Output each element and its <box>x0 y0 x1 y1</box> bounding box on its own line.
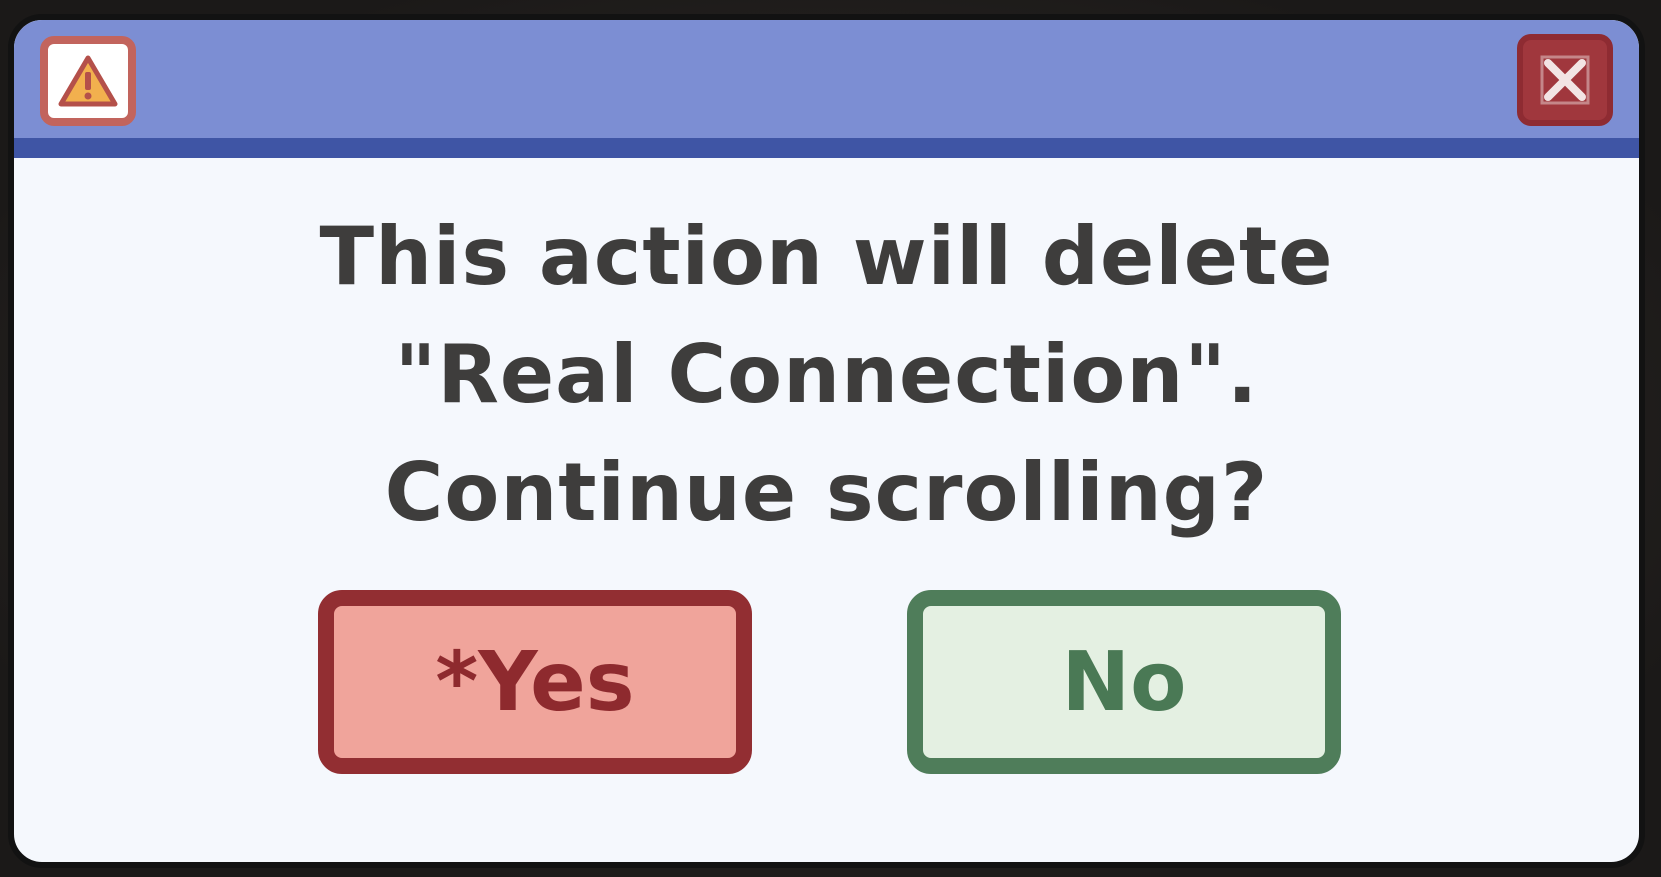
close-button[interactable] <box>1517 34 1613 126</box>
yes-button-label: *Yes <box>435 634 635 730</box>
warning-icon-box <box>40 36 136 126</box>
no-button-label: No <box>1061 634 1187 730</box>
confirm-dialog: This action will delete "Real Connection… <box>8 14 1645 868</box>
background: This action will delete "Real Connection… <box>0 0 1661 877</box>
dialog-message: This action will delete "Real Connection… <box>14 198 1639 552</box>
warning-icon <box>58 55 118 107</box>
yes-button[interactable]: *Yes <box>318 590 752 774</box>
dialog-titlebar <box>14 20 1639 158</box>
message-line-1: This action will delete <box>319 210 1334 303</box>
message-line-2: "Real Connection". <box>394 328 1259 421</box>
no-button[interactable]: No <box>907 590 1341 774</box>
close-icon <box>1540 55 1590 105</box>
message-line-3: Continue scrolling? <box>384 446 1269 539</box>
